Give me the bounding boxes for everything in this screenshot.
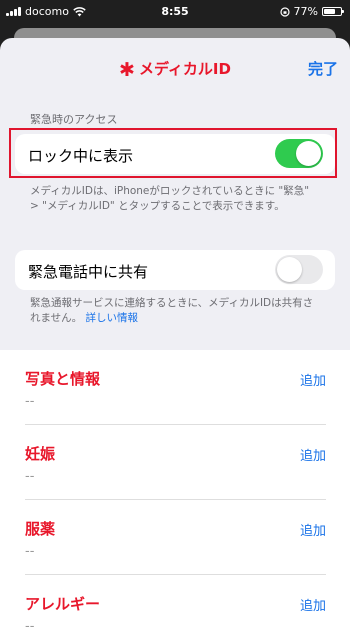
share-note: 緊急通報サービスに連絡するときに、メディカルIDは共有されません。 詳しい情報 xyxy=(30,296,320,326)
list-item-value: -- xyxy=(25,469,35,484)
toggle-knob xyxy=(277,257,302,282)
status-right: 77% xyxy=(279,5,344,18)
add-button[interactable]: 追加 xyxy=(300,370,326,389)
add-button[interactable]: 追加 xyxy=(300,445,326,464)
add-button[interactable]: 追加 xyxy=(300,520,326,539)
list-item-photo-info[interactable]: 写真と情報 -- 追加 xyxy=(0,350,350,425)
asterisk-icon: ✱ xyxy=(119,59,135,81)
list-item-pregnancy[interactable]: 妊娠 -- 追加 xyxy=(0,425,350,500)
list-item-title: 写真と情報 xyxy=(25,370,101,388)
page-title-text: メディカルID xyxy=(138,60,231,78)
battery-percent: 77% xyxy=(293,5,318,18)
more-info-link[interactable]: 詳しい情報 xyxy=(86,312,139,324)
add-button[interactable]: 追加 xyxy=(300,595,326,614)
list-item-title: アレルギー xyxy=(25,595,101,613)
status-bar: docomo 8:55 77% xyxy=(0,0,350,24)
share-during-call-toggle[interactable] xyxy=(275,255,323,284)
battery-level-fill xyxy=(324,9,335,14)
navigation-bar: ✱ メディカルID 完了 xyxy=(0,38,350,94)
list-item-allergies[interactable]: アレルギー -- 追加 xyxy=(0,575,350,630)
highlight-box xyxy=(9,128,337,178)
share-during-call-label: 緊急電話中に共有 xyxy=(28,263,149,281)
battery-icon xyxy=(322,7,344,16)
medical-id-sheet: ✱ メディカルID 完了 緊急時のアクセス ロック中に表示 メディカルIDは、iP… xyxy=(0,38,350,630)
share-note-text: 緊急通報サービスに連絡するときに、メディカルIDは共有されません。 xyxy=(30,297,314,324)
lock-rotation-icon xyxy=(279,6,290,17)
list-item-value: -- xyxy=(25,394,35,409)
medical-fields-list: 写真と情報 -- 追加 妊娠 -- 追加 服薬 -- 追加 アレルギー -- 追… xyxy=(0,350,350,630)
list-item-medications[interactable]: 服薬 -- 追加 xyxy=(0,500,350,575)
list-item-title: 妊娠 xyxy=(25,445,56,463)
list-item-title: 服薬 xyxy=(25,520,56,538)
list-item-value: -- xyxy=(25,619,35,630)
show-when-locked-note: メディカルIDは、iPhoneがロックされているときに "緊急" > "メディカ… xyxy=(30,185,310,212)
page-title: ✱ メディカルID xyxy=(0,58,350,81)
done-button[interactable]: 完了 xyxy=(308,58,338,79)
emergency-access-label: 緊急時のアクセス xyxy=(30,113,118,126)
share-during-call-row: 緊急電話中に共有 xyxy=(15,250,335,290)
list-item-value: -- xyxy=(25,544,35,559)
